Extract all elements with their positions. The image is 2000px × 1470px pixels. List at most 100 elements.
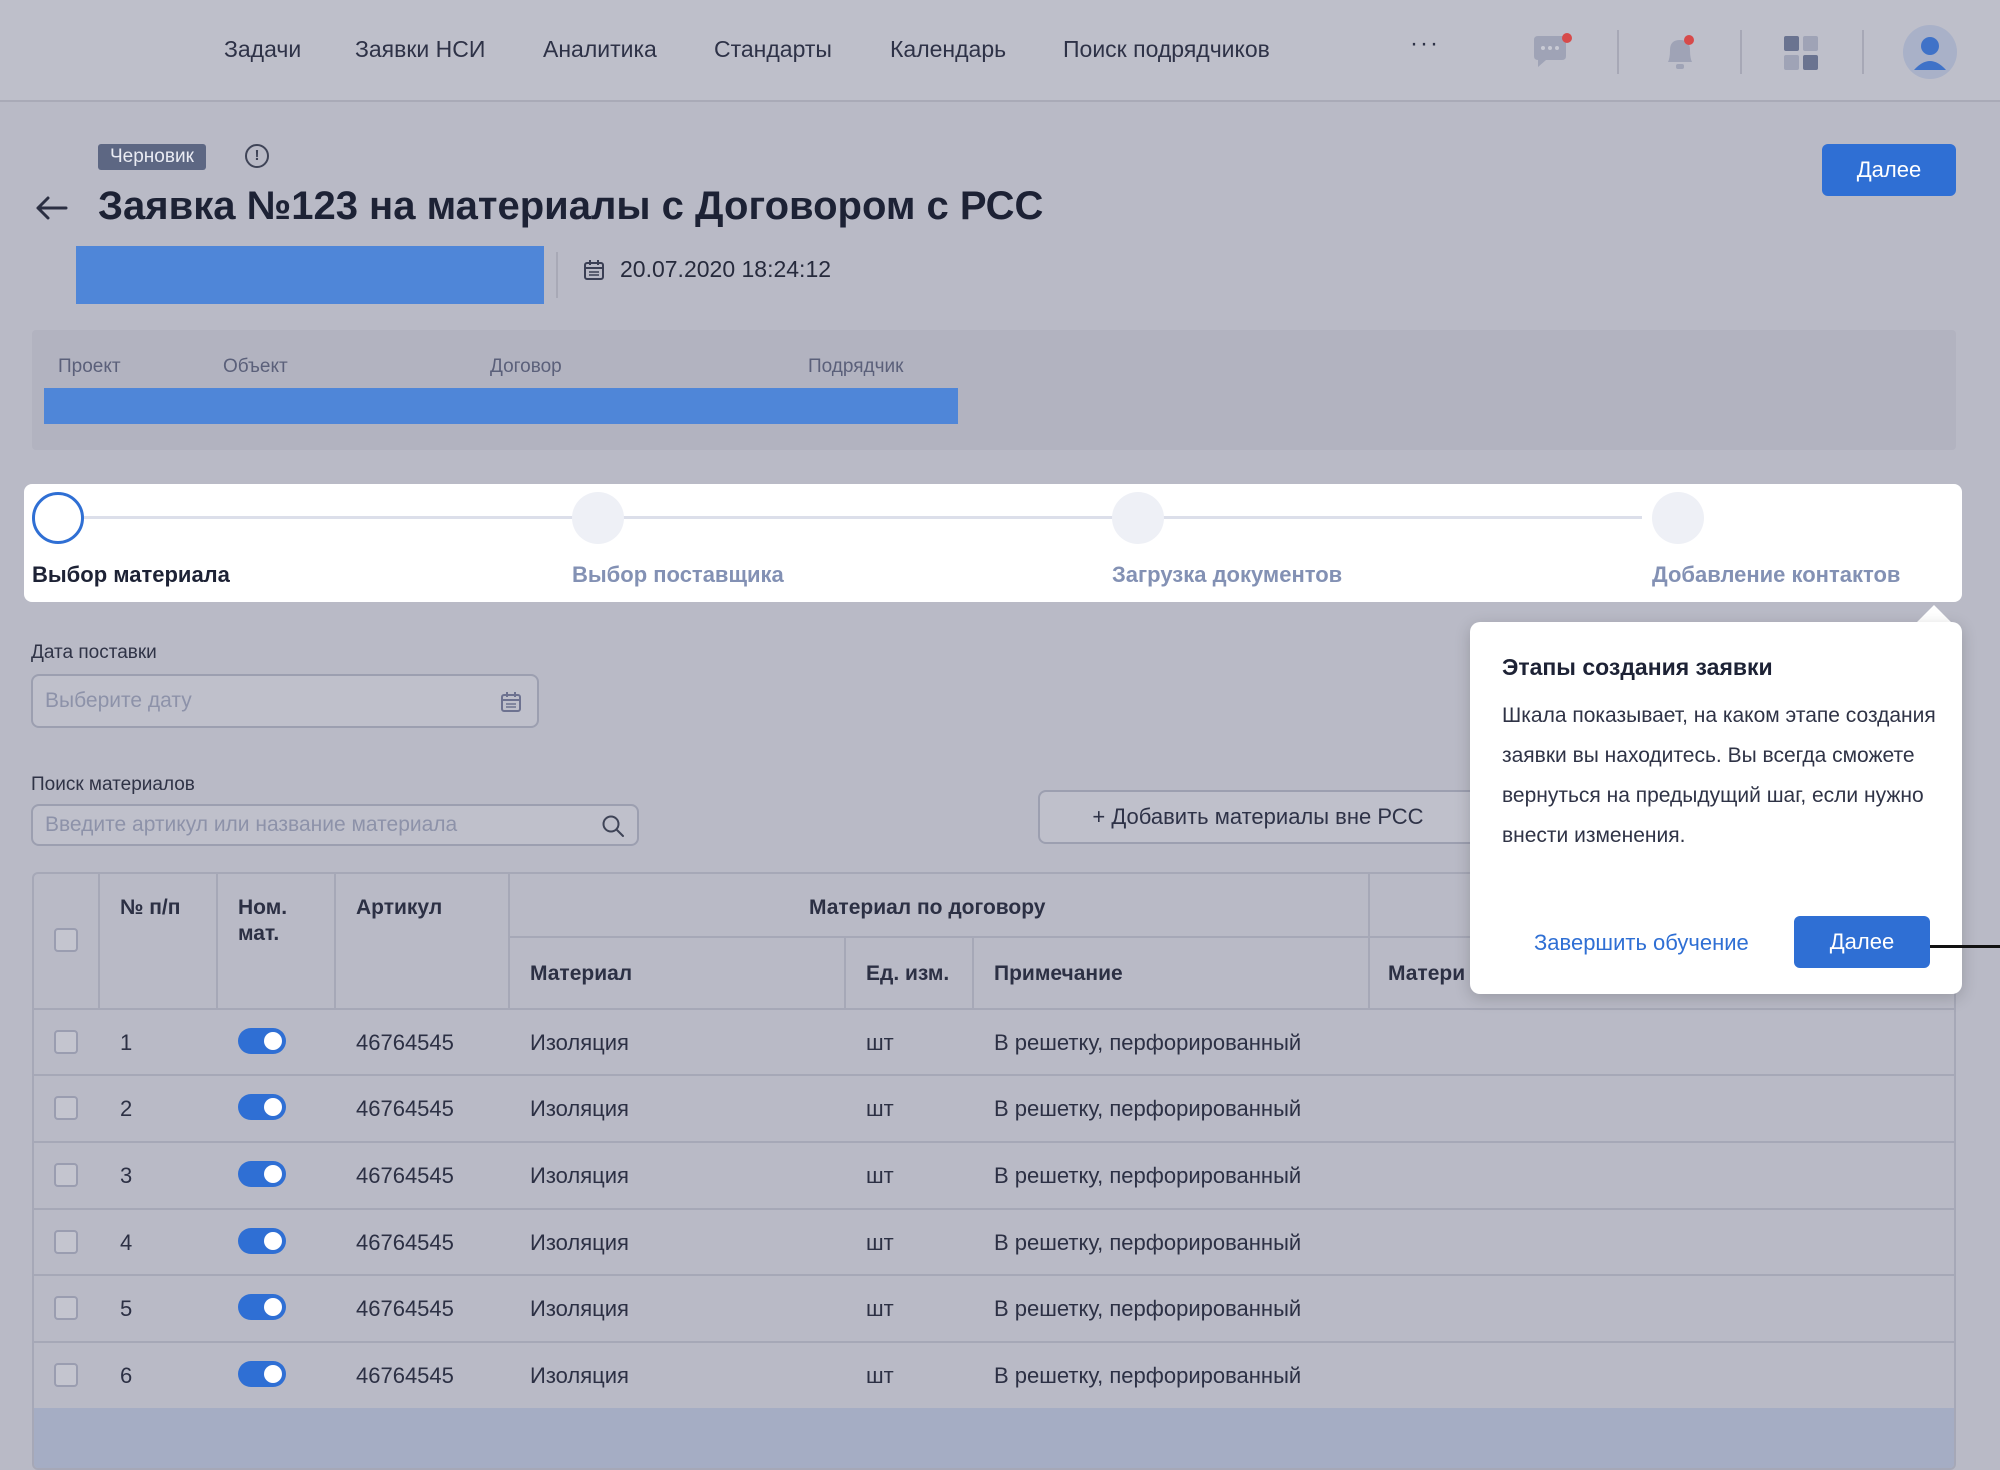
table-row[interactable]: 1 46764545 Изоляция шт В решетку, перфор… — [34, 1008, 1954, 1075]
tooltip-connector-line — [1930, 945, 2000, 948]
nav-item-tasks[interactable]: Задачи — [224, 36, 301, 63]
row-checkbox[interactable] — [54, 1296, 78, 1320]
step-dot-2[interactable] — [572, 492, 624, 544]
row-number: 2 — [120, 1096, 133, 1121]
add-materials-outside-button[interactable]: + Добавить материалы вне РСС — [1038, 790, 1478, 844]
select-all-checkbox[interactable] — [54, 928, 78, 952]
row-material: Изоляция — [530, 1030, 629, 1055]
page-title: Заявка №123 на материалы с Договором с Р… — [98, 184, 1044, 228]
created-datetime: 20.07.2020 18:24:12 — [620, 256, 832, 282]
nav-item-calendar[interactable]: Календарь — [890, 36, 1006, 63]
nav-item-nsi-requests[interactable]: Заявки НСИ — [355, 36, 485, 63]
chat-icon[interactable] — [1530, 32, 1574, 72]
row-note: В решетку, перфорированный — [994, 1096, 1302, 1121]
nom-toggle[interactable] — [238, 1228, 286, 1254]
redacted-field — [44, 388, 958, 424]
row-article: 46764545 — [356, 1096, 454, 1121]
step-dot-3[interactable] — [1112, 492, 1164, 544]
column-divider — [844, 938, 846, 1008]
table-footer — [34, 1408, 1954, 1468]
nav-item-standards[interactable]: Стандарты — [714, 36, 832, 63]
row-number: 1 — [120, 1030, 133, 1055]
row-note: В решетку, перфорированный — [994, 1163, 1302, 1188]
finish-tutorial-link[interactable]: Завершить обучение — [1534, 930, 1749, 956]
info-icon[interactable]: ! — [245, 144, 269, 168]
row-checkbox[interactable] — [54, 1363, 78, 1387]
step-label-2[interactable]: Выбор поставщика — [572, 562, 784, 588]
progress-stepper: Выбор материала Выбор поставщика Загрузк… — [24, 484, 1962, 602]
row-checkbox[interactable] — [54, 1030, 78, 1054]
column-divider — [98, 874, 100, 1008]
row-checkbox[interactable] — [54, 1163, 78, 1187]
delivery-date-placeholder: Выберите дату — [45, 689, 192, 712]
table-row[interactable]: 6 46764545 Изоляция шт В решетку, перфор… — [34, 1341, 1954, 1408]
row-material: Изоляция — [530, 1363, 629, 1388]
redacted-field — [76, 246, 544, 304]
nav-divider — [1617, 30, 1619, 74]
row-unit: шт — [866, 1163, 894, 1188]
row-article: 46764545 — [356, 1163, 454, 1188]
header-material-clipped: Матери — [1388, 962, 1466, 985]
row-unit: шт — [866, 1296, 894, 1321]
tooltip-next-button[interactable]: Далее — [1794, 916, 1930, 968]
request-info-panel: Проект Объект Договор Подрядчик — [32, 330, 1956, 450]
row-unit: шт — [866, 1230, 894, 1255]
search-materials-placeholder: Введите артикул или название материала — [45, 813, 458, 836]
tooltip-title: Этапы создания заявки — [1502, 654, 1773, 680]
row-number: 5 — [120, 1296, 133, 1321]
row-checkbox[interactable] — [54, 1230, 78, 1254]
nom-toggle[interactable] — [238, 1361, 286, 1387]
nav-item-analytics[interactable]: Аналитика — [543, 36, 657, 63]
row-unit: шт — [866, 1030, 894, 1055]
nom-toggle[interactable] — [238, 1028, 286, 1054]
search-materials-input[interactable]: Введите артикул или название материала — [31, 804, 639, 846]
header-note: Примечание — [994, 962, 1123, 985]
delivery-date-input[interactable]: Выберите дату — [31, 674, 539, 728]
user-avatar-icon[interactable] — [1902, 24, 1958, 80]
info-label-project: Проект — [58, 356, 121, 377]
row-note: В решетку, перфорированный — [994, 1230, 1302, 1255]
step-dot-4[interactable] — [1652, 492, 1704, 544]
nom-toggle[interactable] — [238, 1294, 286, 1320]
info-label-contractor: Подрядчик — [808, 356, 904, 377]
step-dot-1[interactable] — [32, 492, 84, 544]
nom-toggle[interactable] — [238, 1094, 286, 1120]
bell-icon[interactable] — [1660, 32, 1700, 76]
status-badge: Черновик — [98, 144, 206, 170]
table-row[interactable]: 5 46764545 Изоляция шт В решетку, перфор… — [34, 1274, 1954, 1341]
column-divider — [1368, 874, 1370, 1008]
row-material: Изоляция — [530, 1096, 629, 1121]
table-row[interactable]: 3 46764545 Изоляция шт В решетку, перфор… — [34, 1141, 1954, 1208]
column-divider — [216, 874, 218, 1008]
step-label-1[interactable]: Выбор материала — [32, 562, 230, 588]
nav-divider — [1740, 30, 1742, 74]
row-material: Изоляция — [530, 1296, 629, 1321]
search-icon[interactable] — [601, 814, 625, 843]
step-label-3[interactable]: Загрузка документов — [1112, 562, 1342, 588]
row-number: 4 — [120, 1230, 133, 1255]
calendar-icon — [582, 258, 606, 282]
row-unit: шт — [866, 1363, 894, 1388]
header-article: Артикул — [356, 896, 443, 919]
calendar-icon[interactable] — [499, 690, 523, 719]
header-nom-line2: мат. — [238, 922, 280, 945]
info-label-contract: Договор — [490, 356, 562, 377]
header-unit: Ед. изм. — [866, 962, 950, 985]
top-navigation-bar: Задачи Заявки НСИ Аналитика Стандарты Ка… — [0, 0, 2000, 102]
apps-grid-icon[interactable] — [1782, 34, 1820, 72]
search-materials-label: Поиск материалов — [31, 774, 195, 795]
table-row[interactable]: 2 46764545 Изоляция шт В решетку, перфор… — [34, 1074, 1954, 1141]
back-arrow-icon[interactable] — [32, 188, 72, 228]
nav-item-contractor-search[interactable]: Поиск подрядчиков — [1063, 36, 1270, 63]
nom-toggle[interactable] — [238, 1161, 286, 1187]
row-checkbox[interactable] — [54, 1096, 78, 1120]
next-button[interactable]: Далее — [1822, 144, 1956, 196]
step-label-4[interactable]: Добавление контактов — [1652, 562, 1900, 588]
nav-divider — [1862, 30, 1864, 74]
stepper-track — [82, 516, 1642, 519]
row-number: 3 — [120, 1163, 133, 1188]
table-row[interactable]: 4 46764545 Изоляция шт В решетку, перфор… — [34, 1208, 1954, 1275]
nav-more-menu[interactable]: ··· — [1410, 30, 1440, 58]
row-article: 46764545 — [356, 1230, 454, 1255]
column-divider — [508, 874, 510, 1008]
